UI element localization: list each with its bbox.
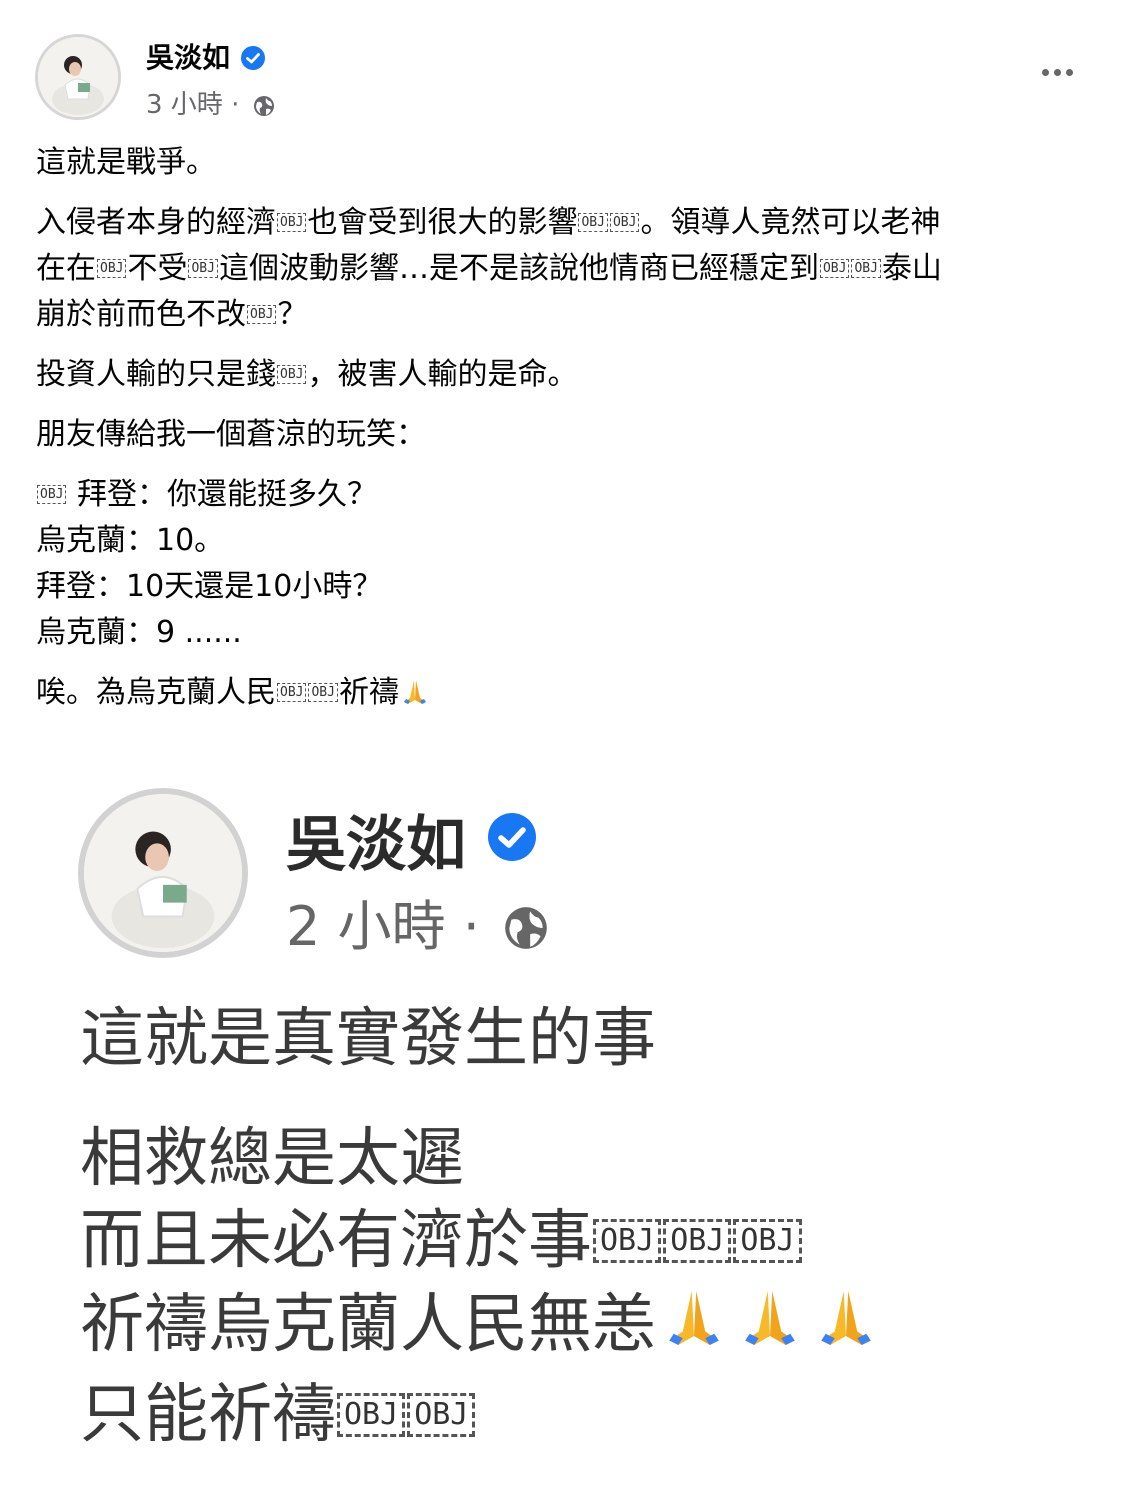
paragraph-text: 。領導人竟然可以老神: [640, 205, 941, 240]
joke-text: 拜登：你還能挺多久？: [67, 477, 378, 512]
paragraph-text: ，被害人輸的是命。: [307, 357, 578, 392]
globe-icon[interactable]: [252, 94, 276, 125]
more-options-button[interactable]: [1033, 54, 1081, 90]
obj-placeholder: OBJ: [407, 1393, 476, 1437]
paragraph-text: 也會受到很大的影響: [307, 205, 578, 240]
joke-text: 拜登：10天還是10小時？: [36, 569, 383, 604]
embedded-text: 這就是真實發生的事: [80, 1002, 656, 1076]
embedded-line: 而且未必有濟於事 OBJ OBJ OBJ: [80, 1200, 884, 1282]
embedded-text: 相救總是太遲: [80, 1122, 464, 1196]
author-avatar[interactable]: [35, 34, 121, 120]
paragraph-text: 祈禱: [338, 675, 399, 710]
joke-line: OBJ 拜登：你還能挺多久？: [36, 472, 1096, 518]
more-dot: [1041, 68, 1049, 76]
paragraph-text: 這個波動影響…是不是該說他情商已經穩定到: [218, 251, 819, 286]
paragraph-text: 唉。為烏克蘭人民: [36, 675, 276, 710]
author-name[interactable]: 吳淡如: [146, 36, 266, 78]
embedded-line: 只能祈禱 OBJ OBJ: [80, 1374, 884, 1456]
joke-line: 拜登：10天還是10小時？: [36, 564, 1096, 610]
paragraph-text: 泰山: [881, 251, 942, 286]
embedded-text: 而且未必有濟於事: [80, 1204, 592, 1278]
joke-line: 烏克蘭：9 ......: [36, 610, 1096, 656]
paragraph-text: 崩於前而色不改: [36, 297, 246, 332]
folded-hands-icon: [808, 1282, 884, 1374]
embedded-author-name: 吳淡如: [286, 796, 538, 883]
embedded-line: 這就是真實發生的事: [80, 998, 884, 1080]
meta-separator: ·: [462, 895, 480, 958]
obj-placeholder: OBJ: [733, 1219, 802, 1263]
embedded-text: 祈禱烏克蘭人民無恙: [80, 1288, 656, 1362]
obj-placeholder: OBJ: [277, 213, 307, 232]
embedded-line: 相救總是太遲: [80, 1118, 884, 1200]
embedded-post-image[interactable]: 吳淡如 2 小時 · 這就是真實發生的事 相救總是太遲 而且未必有濟於事 OBJ O…: [78, 788, 978, 1468]
post-body: 這就是戰爭。 入侵者本身的經濟 OBJ 也會受到很大的影響 OBJ OBJ 。領導人竟然可…: [36, 140, 1096, 736]
obj-placeholder: OBJ: [609, 213, 640, 232]
post-paragraph: 唉。為烏克蘭人民 OBJ OBJ 祈禱: [36, 670, 1096, 722]
obj-placeholder: OBJ: [663, 1219, 732, 1263]
joke-text: 烏克蘭：9 ......: [36, 615, 242, 650]
embedded-text: 只能祈禱: [80, 1378, 336, 1452]
post-paragraph: 投資人輸的只是錢 OBJ ，被害人輸的是命。: [36, 352, 1096, 398]
more-dot: [1065, 68, 1073, 76]
meta-separator: ·: [231, 90, 240, 120]
obj-placeholder: OBJ: [578, 213, 608, 232]
obj-placeholder: OBJ: [97, 259, 127, 278]
obj-placeholder: OBJ: [308, 683, 338, 702]
more-dot: [1053, 68, 1061, 76]
verified-badge-icon: [486, 808, 538, 878]
globe-icon: [501, 903, 551, 966]
embedded-post-text: 這就是真實發生的事 相救總是太遲 而且未必有濟於事 OBJ OBJ OBJ 祈禱烏克蘭…: [80, 998, 884, 1456]
paragraph-text: 不受: [127, 251, 188, 286]
embedded-author-name-text: 吳淡如: [286, 810, 466, 880]
obj-placeholder: OBJ: [819, 259, 850, 278]
embedded-line: 祈禱烏克蘭人民無恙: [80, 1282, 884, 1374]
post-header: 吳淡如 3 小時 ·: [35, 34, 1095, 124]
paragraph-text: 投資人輸的只是錢: [36, 357, 276, 392]
joke-text: 烏克蘭：10。: [36, 523, 225, 558]
obj-placeholder: OBJ: [277, 365, 307, 384]
paragraph-text: 在在: [36, 251, 96, 286]
obj-placeholder: OBJ: [37, 485, 67, 504]
paragraph-text: 朋友傳給我一個蒼涼的玩笑：: [36, 417, 426, 452]
obj-placeholder: OBJ: [188, 259, 218, 278]
folded-hands-icon: [656, 1282, 732, 1374]
post-paragraph: 朋友傳給我一個蒼涼的玩笑：: [36, 412, 1096, 458]
joke-line: 烏克蘭：10。: [36, 518, 1096, 564]
joke-block: OBJ 拜登：你還能挺多久？ 烏克蘭：10。 拜登：10天還是10小時？ 烏克蘭…: [36, 472, 1096, 656]
post-paragraph: 入侵者本身的經濟 OBJ 也會受到很大的影響 OBJ OBJ 。領導人竟然可以老神 在在 OB…: [36, 200, 1096, 338]
embedded-timestamp: 2 小時: [286, 895, 446, 958]
author-name-text[interactable]: 吳淡如: [146, 41, 230, 74]
obj-placeholder: OBJ: [277, 683, 307, 702]
post-meta: 3 小時 ·: [146, 84, 276, 125]
folded-hands-icon: [399, 676, 431, 722]
embedded-author-avatar: [78, 788, 248, 958]
folded-hands-icon: [732, 1282, 808, 1374]
paragraph-text: 入侵者本身的經濟: [36, 205, 276, 240]
post-timestamp[interactable]: 3 小時: [146, 90, 223, 120]
obj-placeholder: OBJ: [851, 259, 881, 278]
verified-badge-icon: [240, 45, 266, 78]
embedded-post-meta: 2 小時 ·: [286, 882, 551, 966]
obj-placeholder: OBJ: [337, 1393, 406, 1437]
obj-placeholder: OBJ: [247, 305, 277, 324]
obj-placeholder: OBJ: [593, 1219, 662, 1263]
paragraph-text: 這就是戰爭。: [36, 145, 216, 180]
paragraph-text: ？: [277, 297, 308, 332]
post-paragraph: 這就是戰爭。: [36, 140, 1096, 186]
